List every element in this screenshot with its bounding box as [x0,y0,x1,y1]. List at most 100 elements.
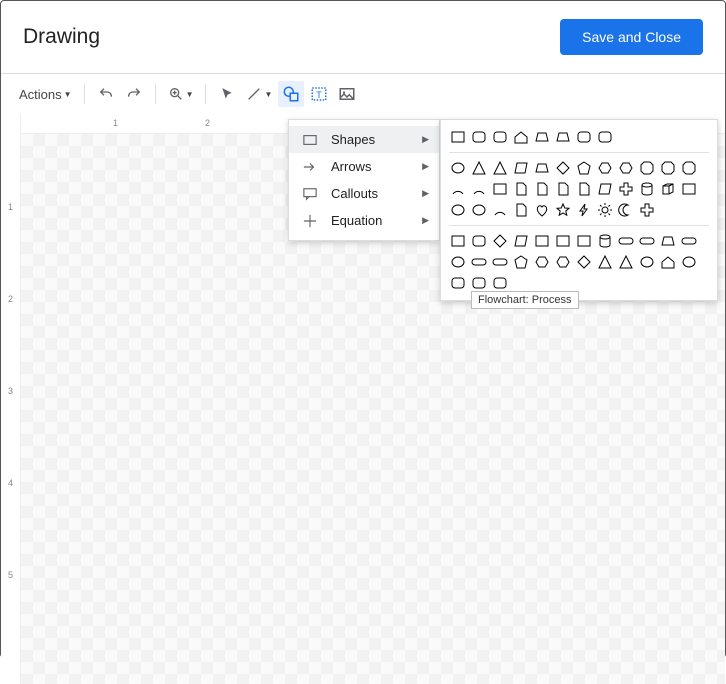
shape-option[interactable] [554,159,572,177]
shape-option[interactable] [533,159,551,177]
menu-item-callouts[interactable]: Callouts ▶ [289,180,439,207]
shape-option[interactable] [680,180,698,198]
shape-option[interactable] [617,253,635,271]
shape-option[interactable] [512,253,530,271]
shape-option[interactable] [554,180,572,198]
ruler-tick: 3 [1,386,20,396]
shape-option[interactable] [554,128,572,146]
divider [449,225,709,226]
shape-option[interactable] [449,232,467,250]
shape-option[interactable] [533,180,551,198]
shape-option[interactable] [449,128,467,146]
shape-option[interactable] [470,232,488,250]
shape-option[interactable] [638,180,656,198]
zoom-button[interactable]: ▼ [164,81,198,107]
shape-section-3 [449,232,709,292]
shape-option[interactable] [596,159,614,177]
shape-option[interactable] [449,201,467,219]
shape-option[interactable] [617,201,635,219]
shape-option[interactable] [512,159,530,177]
shape-option[interactable] [638,232,656,250]
shape-option[interactable] [575,159,593,177]
shape-option[interactable] [680,159,698,177]
shape-option[interactable] [659,232,677,250]
shape-option[interactable] [470,159,488,177]
shape-option[interactable] [596,232,614,250]
shape-option[interactable] [596,128,614,146]
shape-option[interactable] [554,201,572,219]
shape-option[interactable] [596,253,614,271]
redo-button[interactable] [121,81,147,107]
shape-tool-button[interactable] [278,81,304,107]
shape-option[interactable] [470,201,488,219]
shape-option[interactable] [617,232,635,250]
shape-option[interactable] [533,253,551,271]
ruler-tick: 4 [1,478,20,488]
shape-option[interactable] [470,128,488,146]
shape-option[interactable] [512,128,530,146]
save-and-close-button[interactable]: Save and Close [560,19,703,55]
select-tool-button[interactable] [214,81,240,107]
shape-option[interactable] [575,253,593,271]
shape-option[interactable] [575,201,593,219]
shape-option[interactable] [659,253,677,271]
menu-item-arrows[interactable]: Arrows ▶ [289,153,439,180]
shape-option[interactable] [533,128,551,146]
ruler-tick: 1 [1,202,20,212]
shape-option[interactable] [491,201,509,219]
redo-icon [126,86,142,102]
shape-option[interactable] [533,201,551,219]
toolbar: Actions ▼ ▼ ▼ T [1,74,725,114]
shape-option[interactable] [596,180,614,198]
undo-button[interactable] [93,81,119,107]
menu-item-equation[interactable]: Equation ▶ [289,207,439,234]
dialog-header: Drawing Save and Close [1,1,725,74]
shape-option[interactable] [470,253,488,271]
shape-option[interactable] [638,253,656,271]
shape-option[interactable] [512,201,530,219]
shape-option[interactable] [512,180,530,198]
shape-option[interactable] [491,253,509,271]
line-tool-button[interactable]: ▼ [242,81,276,107]
shape-option[interactable] [659,159,677,177]
shape-option[interactable] [638,201,656,219]
shape-option[interactable] [659,180,677,198]
actions-menu-button[interactable]: Actions ▼ [15,81,76,107]
shape-option[interactable] [491,232,509,250]
shape-option[interactable] [575,180,593,198]
ruler-tick: 2 [1,294,20,304]
vertical-ruler: 1 2 3 4 5 [1,114,21,684]
shape-option[interactable] [596,201,614,219]
shape-option[interactable] [470,180,488,198]
dialog-title: Drawing [23,25,100,49]
shape-option[interactable] [449,274,467,292]
separator [84,84,85,104]
shape-option[interactable] [470,274,488,292]
shape-option[interactable] [449,253,467,271]
callout-icon [301,187,319,201]
shape-option[interactable] [617,180,635,198]
textbox-icon: T [310,85,328,103]
shape-option[interactable] [491,274,509,292]
shape-option[interactable] [680,232,698,250]
shape-option[interactable] [575,232,593,250]
image-tool-button[interactable] [334,81,360,107]
shape-option[interactable] [491,180,509,198]
shape-option[interactable] [617,159,635,177]
shape-option[interactable] [533,232,551,250]
shape-option[interactable] [491,159,509,177]
shape-option[interactable] [638,159,656,177]
dropdown-icon: ▼ [186,90,194,99]
textbox-tool-button[interactable]: T [306,81,332,107]
shape-option[interactable] [554,232,572,250]
actions-label: Actions [19,87,62,102]
shape-option[interactable] [554,253,572,271]
shape-option[interactable] [512,232,530,250]
shape-option[interactable] [491,128,509,146]
shape-option[interactable] [449,180,467,198]
cursor-icon [220,87,234,101]
shape-option[interactable] [449,159,467,177]
shape-option[interactable] [680,253,698,271]
menu-item-shapes[interactable]: Shapes ▶ [289,126,439,153]
shape-option[interactable] [575,128,593,146]
